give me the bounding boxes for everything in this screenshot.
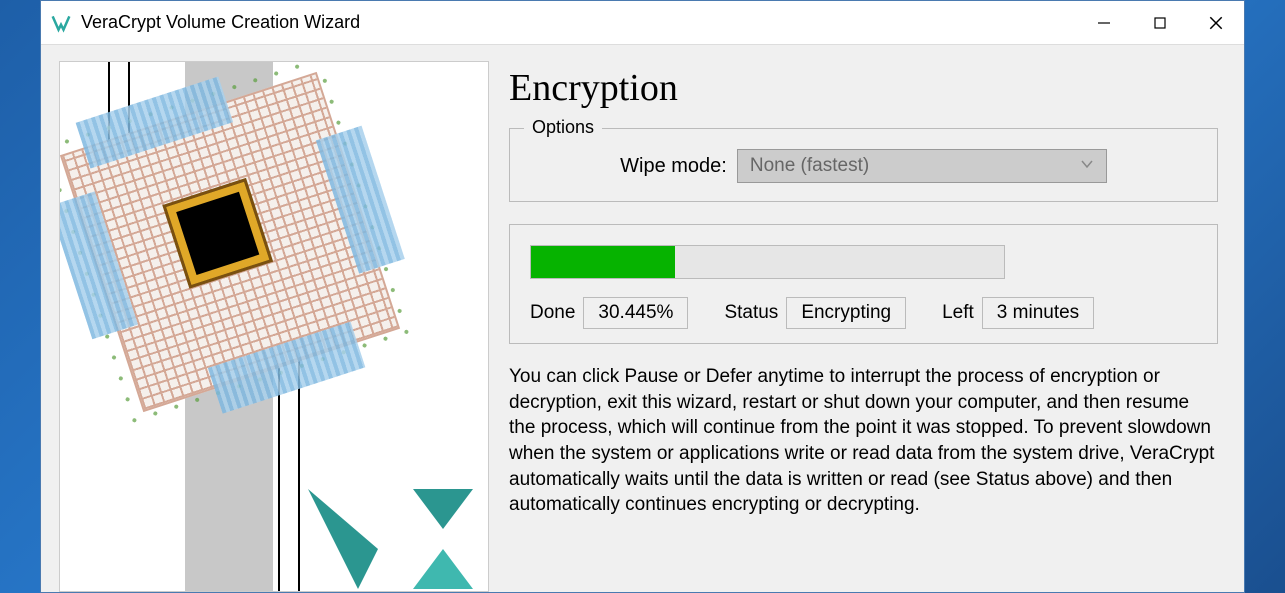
progress-fill [531,246,675,278]
status-label: Status [724,302,778,324]
maximize-button[interactable] [1132,1,1188,44]
minimize-button[interactable] [1076,1,1132,44]
status-value: Encrypting [786,297,906,329]
left-label: Left [942,302,974,324]
progress-group: Done 30.445% Status Encrypting Left 3 mi… [509,224,1218,344]
wipe-mode-select[interactable]: None (fastest) [737,149,1107,183]
wipe-mode-value: None (fastest) [750,155,869,177]
app-icon [51,13,71,33]
chevron-down-icon [1080,155,1094,177]
options-group: Options Wipe mode: None (fastest) [509,128,1218,202]
description-text: You can click Pause or Defer anytime to … [509,364,1218,518]
done-value: 30.445% [583,297,688,329]
page-title: Encryption [509,66,1218,110]
progress-bar [530,245,1005,279]
close-button[interactable] [1188,1,1244,44]
done-label: Done [530,302,575,324]
wizard-window: VeraCrypt Volume Creation Wizard [40,0,1245,593]
veracrypt-logo-icon [303,479,483,592]
wizard-sidebar-image [59,61,489,592]
window-controls [1076,1,1244,44]
options-legend: Options [524,117,602,138]
titlebar[interactable]: VeraCrypt Volume Creation Wizard [41,1,1244,45]
wizard-main-panel: Encryption Options Wipe mode: None (fast… [509,61,1226,592]
wizard-content: Encryption Options Wipe mode: None (fast… [41,45,1244,592]
wipe-mode-label: Wipe mode: [620,155,727,178]
window-title: VeraCrypt Volume Creation Wizard [81,12,1076,33]
left-value: 3 minutes [982,297,1094,329]
